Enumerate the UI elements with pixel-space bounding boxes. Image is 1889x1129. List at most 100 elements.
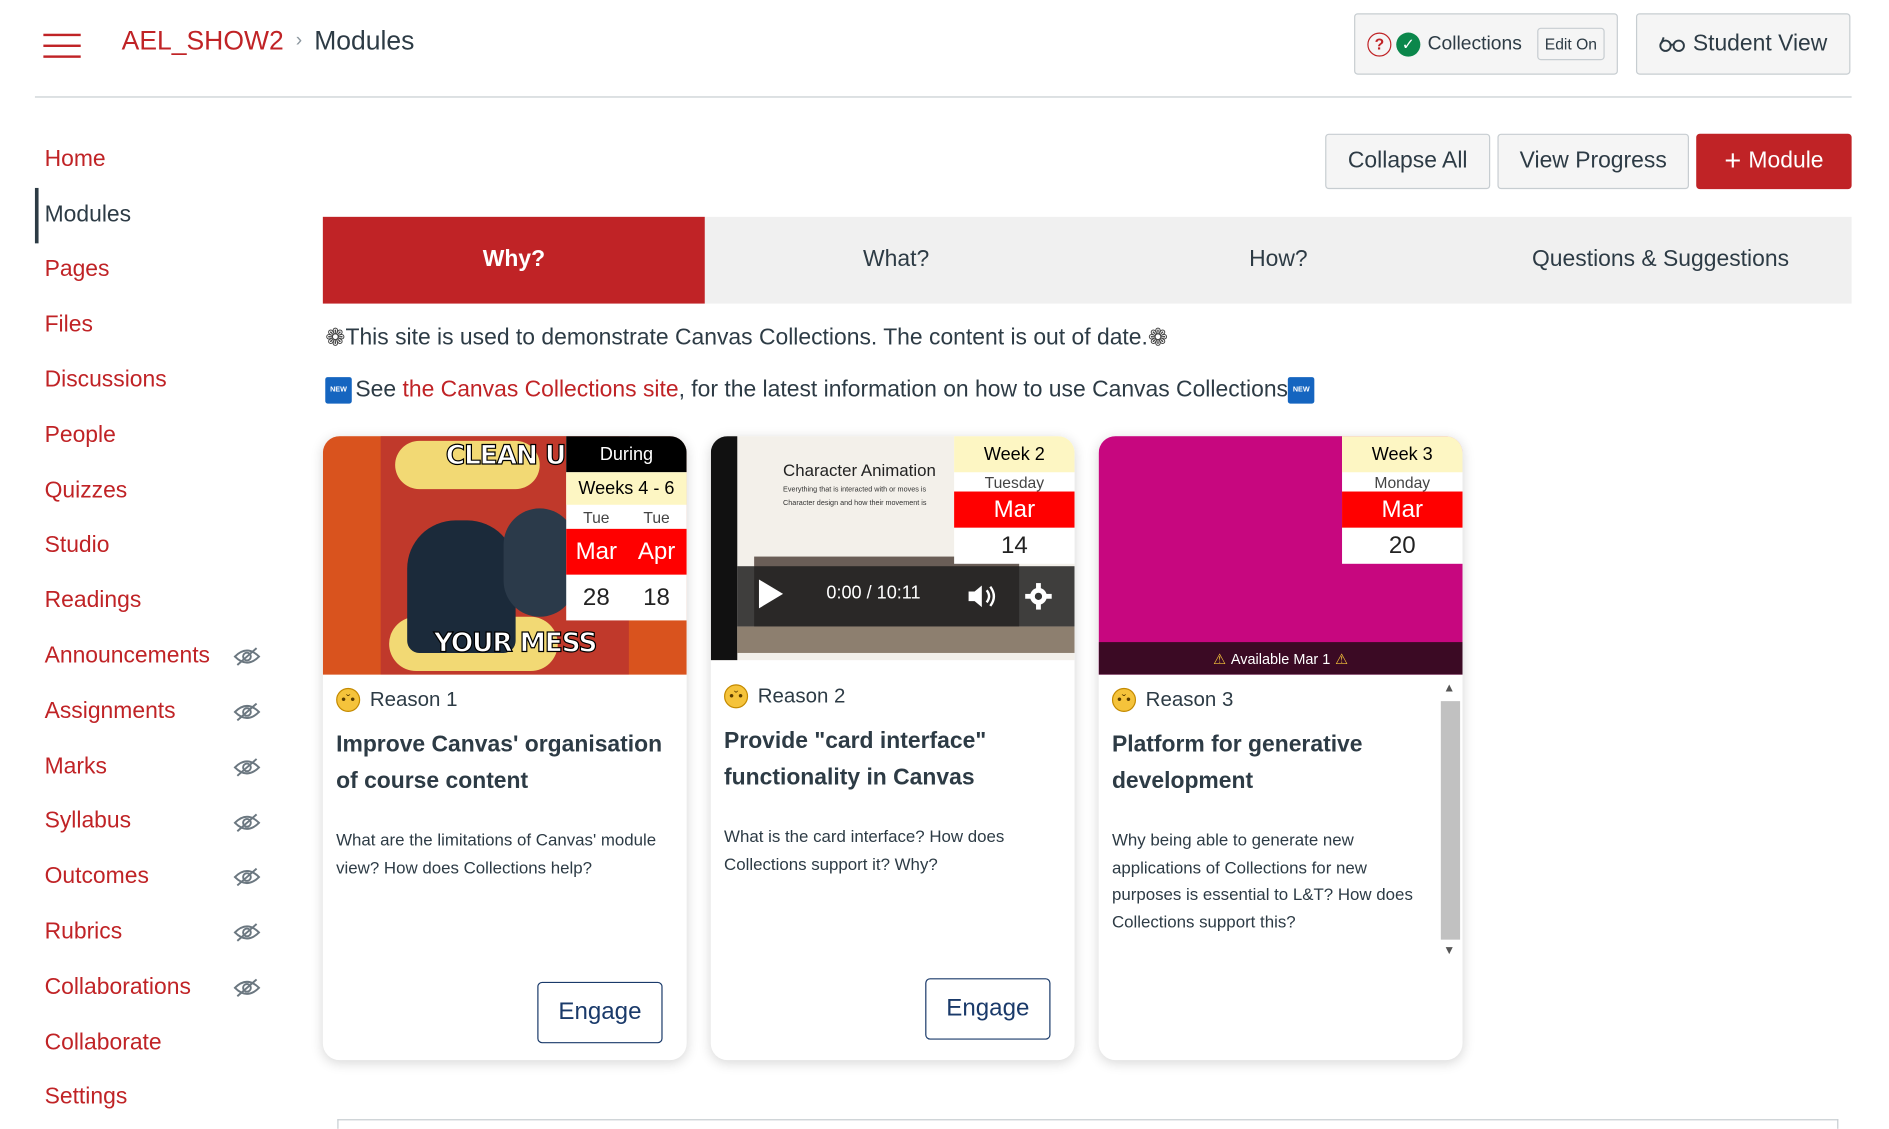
sidebar-item-home[interactable]: Home	[35, 133, 276, 188]
add-module-label: Module	[1748, 148, 1824, 174]
add-module-button[interactable]: + Module	[1696, 133, 1852, 190]
engage-button[interactable]: Engage	[925, 978, 1051, 1040]
sidebar-item-label: Files	[44, 312, 93, 338]
date-month: Mar	[1381, 495, 1424, 523]
hidden-eye-icon	[233, 865, 262, 889]
card-reason: •ˇ• Reason 2	[724, 684, 846, 709]
date-block: Week 2 Tuesday Mar 14	[954, 436, 1075, 564]
sidebar-item-label: Home	[44, 146, 106, 173]
availability-text: Available Mar 1	[1230, 649, 1331, 667]
scroll-up-icon[interactable]: ▲	[1443, 682, 1455, 695]
scrollbar-thumb[interactable]	[1440, 701, 1461, 940]
meme-bottom-text: YOUR MESS	[433, 628, 598, 659]
tab-what[interactable]: What?	[705, 217, 1087, 304]
video-slide-title: Character Animation	[783, 460, 936, 480]
sidebar-item-marks[interactable]: Marks	[35, 739, 276, 794]
reason-label: Reason 2	[757, 684, 846, 708]
card-image-meme[interactable]: CLEAN UP YOUR MESS During Weeks 4 - 6 Tu…	[322, 436, 687, 675]
card-video[interactable]: Character Animation Everything that is i…	[710, 436, 1075, 661]
sidebar-item-label: Modules	[44, 202, 132, 228]
sidebar-item-rubrics[interactable]: Rubrics	[35, 905, 276, 960]
collapse-all-button[interactable]: Collapse All	[1325, 133, 1491, 190]
sidebar-item-collaborations[interactable]: Collaborations	[35, 960, 276, 1015]
notice-line-2: NEW See the Canvas Collections site , fo…	[325, 377, 1315, 404]
breadcrumb-current: Modules	[314, 25, 415, 56]
sidebar-item-files[interactable]: Files	[35, 298, 276, 353]
collection-card-2: Character Animation Everything that is i…	[710, 436, 1075, 1061]
sidebar-item-pages[interactable]: Pages	[35, 243, 276, 298]
new-badge-icon: NEW	[1287, 377, 1315, 404]
course-navigation: Home Modules Pages Files Discussions People Qu…	[34, 133, 276, 1126]
video-slide-bullet: Character design and how their movement …	[783, 499, 927, 508]
hidden-eye-icon	[233, 976, 262, 1000]
sidebar-item-discussions[interactable]: Discussions	[35, 353, 276, 408]
sidebar-item-collaborate[interactable]: Collaborate	[35, 1015, 276, 1070]
sidebar-item-label: Marks	[44, 753, 107, 780]
card-description: What are the limitations of Canvas' modu…	[336, 830, 657, 877]
card-title[interactable]: Platform for generative development	[1112, 728, 1431, 800]
sidebar-item-label: Outcomes	[44, 864, 149, 890]
next-module-edge	[337, 1119, 1839, 1129]
availability-banner: ⚠ Available Mar 1 ⚠	[1098, 642, 1463, 675]
sidebar-item-label: Settings	[44, 1084, 128, 1111]
notice-text-1: This site is used to demonstrate Canvas …	[345, 324, 1148, 350]
sidebar-item-label: Quizzes	[44, 477, 128, 504]
sidebar-item-assignments[interactable]: Assignments	[35, 684, 276, 739]
date-month: Mar	[993, 495, 1036, 523]
settings-gear-icon[interactable]	[1024, 582, 1053, 611]
sidebar-item-label: Pages	[44, 257, 110, 283]
sidebar-item-studio[interactable]: Studio	[35, 519, 276, 574]
sidebar-item-quizzes[interactable]: Quizzes	[35, 464, 276, 519]
notice-line-1: ❁ This site is used to demonstrate Canva…	[325, 323, 1168, 353]
sidebar-item-label: Studio	[44, 533, 110, 559]
meme-top-text: CLEAN UP	[445, 440, 585, 472]
thinking-face-icon: •ˇ•	[336, 687, 361, 712]
student-view-label: Student View	[1692, 30, 1828, 57]
edit-toggle-button[interactable]: Edit On	[1537, 27, 1605, 61]
hidden-eye-icon	[233, 755, 262, 779]
construction-icon: ⚠	[1335, 649, 1349, 667]
page: AEL_SHOW2 › Modules ? ✓ Collections Edit…	[0, 0, 1889, 1129]
construction-icon: ⚠	[1213, 649, 1227, 667]
date-num: 20	[1388, 531, 1416, 559]
sidebar-item-syllabus[interactable]: Syllabus	[35, 795, 276, 850]
chevron-right-icon: ›	[295, 30, 303, 51]
wheel-icon: ❁	[1147, 325, 1169, 352]
date-day-start: Tue	[583, 507, 610, 526]
tab-questions-suggestions[interactable]: Questions & Suggestions	[1469, 217, 1851, 304]
date-num-start: 28	[582, 583, 610, 611]
collections-site-link[interactable]: the Canvas Collections site	[402, 377, 678, 404]
help-icon[interactable]: ?	[1367, 31, 1392, 57]
video-slide-bullet: Everything that is interacted with or mo…	[783, 486, 927, 494]
tab-how[interactable]: How?	[1087, 217, 1469, 304]
card-description: What is the card interface? How does Col…	[724, 826, 1005, 873]
view-progress-button[interactable]: View Progress	[1497, 133, 1689, 190]
sidebar-item-outcomes[interactable]: Outcomes	[35, 850, 276, 905]
sidebar-item-label: Readings	[44, 588, 142, 614]
play-icon[interactable]	[758, 579, 784, 609]
scroll-down-icon[interactable]: ▼	[1443, 944, 1455, 957]
date-num-end: 18	[643, 583, 670, 611]
hidden-eye-icon	[233, 645, 262, 669]
sidebar-item-readings[interactable]: Readings	[35, 574, 276, 629]
card-image[interactable]: Week 3 Monday Mar 20 ⚠ Available Mar 1 ⚠	[1098, 436, 1463, 675]
engage-button[interactable]: Engage	[537, 981, 663, 1044]
date-block: During Weeks 4 - 6 Tue Tue Mar Apr 28 18	[566, 436, 687, 621]
collections-toolbar: ? ✓ Collections Edit On	[1354, 13, 1618, 75]
sidebar-item-modules[interactable]: Modules	[34, 187, 276, 243]
date-month-start: Mar	[575, 537, 618, 565]
tab-why[interactable]: Why?	[322, 216, 706, 304]
sidebar-item-people[interactable]: People	[35, 408, 276, 463]
sidebar-item-label: People	[44, 422, 116, 448]
student-view-button[interactable]: Student View	[1635, 13, 1851, 75]
sidebar-item-announcements[interactable]: Announcements	[35, 629, 276, 684]
video-controls: 0:00 / 10:11	[737, 566, 1075, 627]
card-scrollbar[interactable]: ▲ ▼	[1438, 679, 1462, 963]
card-title[interactable]: Provide "card interface" functionality i…	[724, 724, 1061, 796]
breadcrumb-course-link[interactable]: AEL_SHOW2	[122, 25, 284, 56]
sidebar-item-settings[interactable]: Settings	[35, 1070, 276, 1125]
wheel-icon: ❁	[325, 325, 346, 352]
volume-icon[interactable]	[966, 583, 997, 610]
card-title[interactable]: Improve Canvas' organisation of course c…	[336, 728, 673, 800]
hamburger-menu-icon[interactable]	[43, 33, 81, 58]
